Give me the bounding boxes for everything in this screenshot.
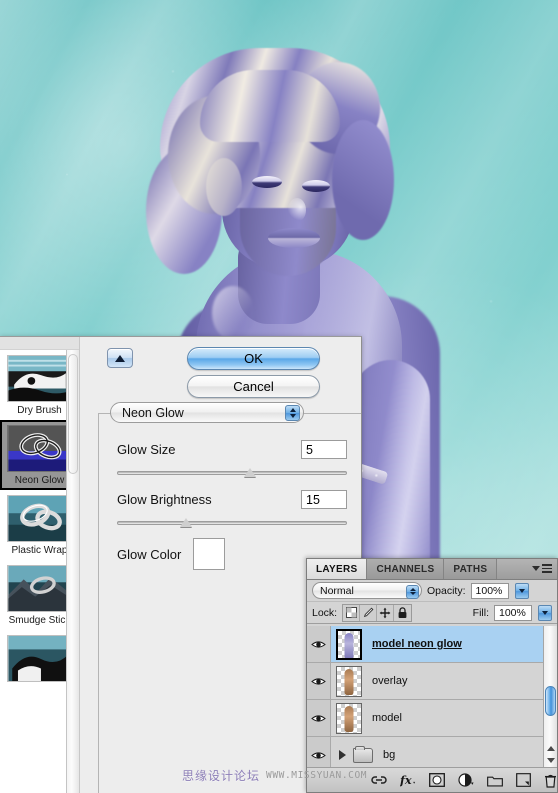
filter-list-scroll-thumb[interactable] xyxy=(68,354,78,474)
filter-list-scrollbar[interactable] xyxy=(66,350,79,793)
layer-style-fx-icon[interactable]: fx xyxy=(400,772,416,788)
link-layers-icon[interactable] xyxy=(371,772,387,788)
blend-mode-value: Normal xyxy=(320,584,354,597)
model-hair-bangs xyxy=(200,70,340,142)
glow-size-row: Glow Size 5 xyxy=(117,440,347,459)
model-eye-right xyxy=(302,180,330,192)
table-row[interactable]: model neon glow xyxy=(307,626,557,663)
model-lips xyxy=(268,228,320,248)
lock-button-group xyxy=(342,603,413,622)
panel-tab-bar: LAYERS CHANNELS PATHS xyxy=(307,559,557,580)
collapse-panel-button[interactable] xyxy=(107,348,133,368)
group-expand-triangle-icon[interactable] xyxy=(339,750,346,760)
filter-thumb-label: Plastic Wrap xyxy=(11,545,68,556)
blend-mode-select[interactable]: Normal xyxy=(312,582,422,599)
neon-glow-preview-icon xyxy=(6,425,73,472)
slider-handle[interactable] xyxy=(244,468,257,477)
filter-thumb-label: Smudge Stick xyxy=(8,615,71,626)
scroll-up-arrow-icon[interactable] xyxy=(544,742,557,754)
glow-color-swatch[interactable] xyxy=(193,538,226,570)
triangle-up-icon xyxy=(115,354,125,362)
filter-type-value: Neon Glow xyxy=(122,405,184,420)
layers-list[interactable]: model neon glow overlay model bg xyxy=(307,626,557,767)
layers-scrollbar[interactable] xyxy=(543,626,557,767)
stepper-updown-icon[interactable] xyxy=(406,584,419,599)
blend-mode-row: Normal Opacity: 100% xyxy=(307,580,557,602)
scroll-down-arrow-icon[interactable] xyxy=(544,754,557,766)
cancel-button[interactable]: Cancel xyxy=(187,375,320,398)
filter-thumbnail-list[interactable]: Dry Brush Neon Glow Plastic Wrap Smudge … xyxy=(0,337,80,793)
new-adjustment-layer-icon[interactable] xyxy=(458,772,474,788)
stepper-updown-icon[interactable] xyxy=(285,405,300,421)
panel-menu-icon[interactable] xyxy=(532,564,552,573)
layer-name[interactable]: bg xyxy=(383,749,395,761)
lock-brush-icon[interactable] xyxy=(360,604,378,621)
model-neck-highlight xyxy=(212,286,254,340)
layers-panel: LAYERS CHANNELS PATHS Normal Opacity: 10… xyxy=(306,558,558,793)
lock-row: Lock: Fill: 100% xyxy=(307,602,557,624)
filter-thumb-label: Dry Brush xyxy=(17,405,62,416)
glow-color-label: Glow Color xyxy=(117,546,182,562)
slider-track xyxy=(117,521,347,525)
layer-visibility-eye-icon[interactable] xyxy=(307,626,331,662)
glow-color-row: Glow Color xyxy=(117,538,226,570)
new-layer-icon[interactable] xyxy=(516,772,531,788)
layer-visibility-eye-icon[interactable] xyxy=(307,663,331,699)
glow-brightness-row: Glow Brightness 15 xyxy=(117,490,347,509)
layer-thumbnail[interactable] xyxy=(336,628,362,660)
model-eye-left xyxy=(252,176,282,188)
lock-all-icon[interactable] xyxy=(394,605,411,621)
layer-thumbnail[interactable] xyxy=(336,702,362,734)
glow-brightness-input[interactable]: 15 xyxy=(301,490,347,509)
fill-label: Fill: xyxy=(472,606,489,619)
glow-size-label: Glow Size xyxy=(117,442,176,457)
ok-button[interactable]: OK xyxy=(187,347,320,370)
slider-track xyxy=(117,471,347,475)
slider-handle[interactable] xyxy=(180,518,192,527)
layer-name[interactable]: model neon glow xyxy=(372,638,462,650)
layer-name[interactable]: overlay xyxy=(372,675,407,687)
table-row[interactable]: overlay xyxy=(307,663,557,700)
filter-list-header xyxy=(0,337,79,350)
lock-label: Lock: xyxy=(312,606,338,619)
tab-paths[interactable]: PATHS xyxy=(444,559,498,579)
glow-size-input[interactable]: 5 xyxy=(301,440,347,459)
filter-thumb-label: Neon Glow xyxy=(14,475,65,486)
smudge-stick-preview-icon xyxy=(6,565,73,612)
opacity-input[interactable]: 100% xyxy=(470,582,509,599)
dry-brush-preview-icon xyxy=(6,355,73,402)
svg-text:fx: fx xyxy=(400,773,412,787)
glow-brightness-slider[interactable] xyxy=(117,516,347,528)
folder-icon xyxy=(353,745,373,763)
scrollbar-thumb[interactable] xyxy=(545,686,556,716)
glow-size-slider[interactable] xyxy=(117,466,347,478)
layer-visibility-eye-icon[interactable] xyxy=(307,700,331,736)
fill-input[interactable]: 100% xyxy=(494,604,532,621)
layer-name[interactable]: model xyxy=(372,712,402,724)
layer-thumbnail[interactable] xyxy=(336,665,362,697)
fill-dropdown-arrow[interactable] xyxy=(538,604,552,621)
model-hair-roll-right xyxy=(332,120,394,240)
layers-panel-footer: fx xyxy=(307,767,557,792)
layer-visibility-eye-icon[interactable] xyxy=(307,737,331,767)
model-ear xyxy=(206,158,242,216)
lock-transparency-icon[interactable] xyxy=(343,604,361,621)
tab-channels[interactable]: CHANNELS xyxy=(367,559,445,579)
model-nose-highlight xyxy=(288,198,306,222)
filter-type-select[interactable]: Neon Glow xyxy=(110,402,304,423)
add-layer-mask-icon[interactable] xyxy=(429,772,445,788)
lock-move-icon[interactable] xyxy=(377,604,395,621)
new-group-icon[interactable] xyxy=(487,772,503,788)
delete-layer-icon[interactable] xyxy=(544,772,557,788)
opacity-dropdown-arrow[interactable] xyxy=(514,582,529,599)
opacity-label: Opacity: xyxy=(427,584,466,597)
glow-brightness-label: Glow Brightness xyxy=(117,492,212,507)
filter-preview-icon xyxy=(6,635,73,682)
plastic-wrap-preview-icon xyxy=(6,495,73,542)
tab-layers[interactable]: LAYERS xyxy=(307,559,368,579)
table-row[interactable]: model xyxy=(307,700,557,737)
table-row[interactable]: bg xyxy=(307,737,557,767)
